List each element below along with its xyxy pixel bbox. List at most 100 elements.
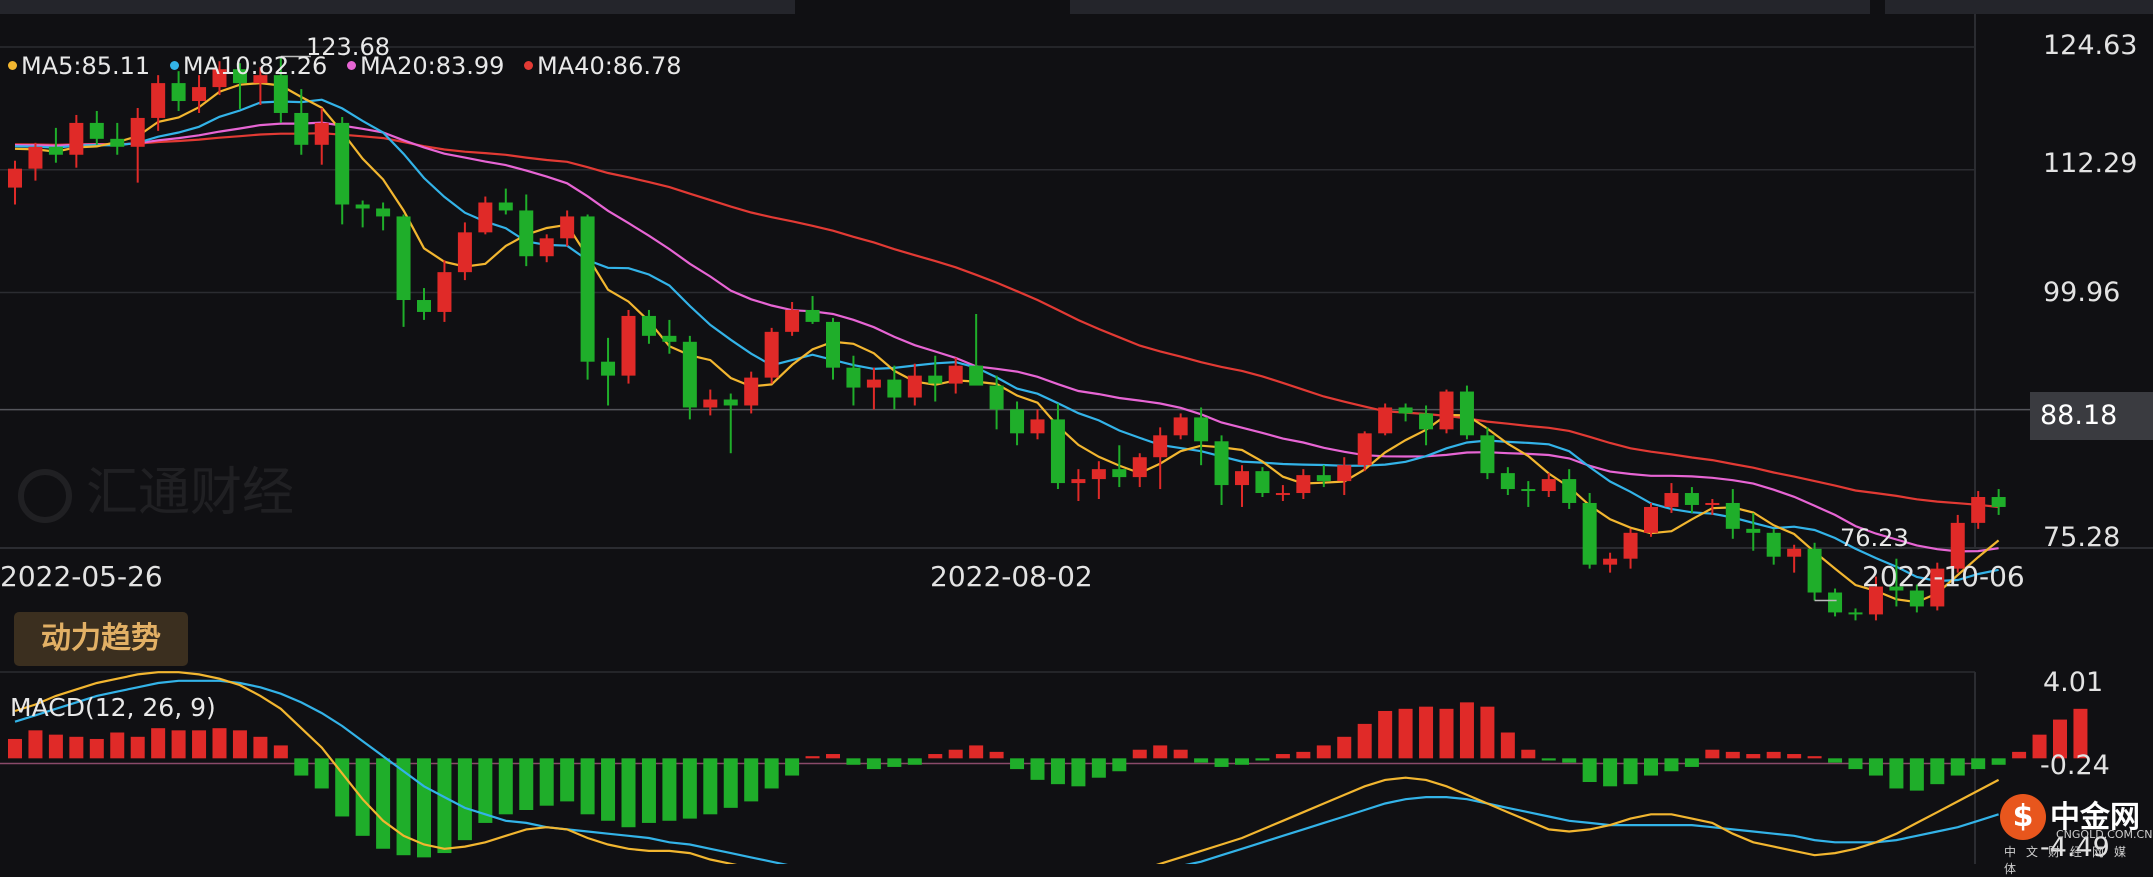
macd-bar bbox=[621, 758, 636, 828]
candle-body bbox=[601, 361, 616, 376]
macd-dif-line bbox=[14, 671, 2000, 864]
macd-bar bbox=[1316, 745, 1331, 759]
macd-bar bbox=[1521, 749, 1536, 759]
candle-body bbox=[764, 331, 779, 378]
macd-bar bbox=[1214, 758, 1229, 767]
candle-body bbox=[1378, 407, 1393, 434]
macd-bar bbox=[1848, 758, 1863, 770]
candle-body bbox=[826, 321, 840, 368]
candle-body bbox=[1214, 441, 1229, 486]
macd-bar bbox=[2012, 751, 2027, 759]
macd-bar bbox=[1296, 751, 1311, 759]
macd-bar bbox=[376, 758, 391, 849]
candle-body bbox=[805, 309, 820, 322]
candle-body bbox=[887, 379, 902, 398]
legend-dot-icon bbox=[346, 60, 356, 70]
macd-bar bbox=[662, 758, 677, 821]
candle-body bbox=[1357, 433, 1372, 466]
macd-bar bbox=[1378, 710, 1393, 759]
macd-bar bbox=[519, 758, 534, 811]
candle-body bbox=[457, 232, 472, 273]
macd-bar bbox=[1991, 758, 2006, 765]
macd-bar bbox=[1071, 758, 1086, 787]
candle-body bbox=[1419, 413, 1434, 430]
candle-body bbox=[1787, 548, 1802, 557]
macd-bar bbox=[212, 728, 227, 759]
price-and-macd-chart[interactable] bbox=[0, 0, 2153, 864]
candle-body bbox=[1664, 493, 1679, 507]
macd-bar bbox=[1909, 758, 1924, 791]
ma40-line bbox=[14, 132, 1999, 509]
y-tick-label: 124.63 bbox=[2043, 30, 2138, 61]
candle-body bbox=[1337, 465, 1352, 482]
candle-body bbox=[1132, 457, 1147, 478]
macd-bar bbox=[1725, 751, 1740, 759]
ma20-line bbox=[14, 121, 1999, 553]
macd-bar bbox=[1603, 758, 1618, 787]
candle-body bbox=[1603, 558, 1618, 565]
high-price-label: 123.68 bbox=[306, 33, 390, 61]
macd-bar bbox=[928, 754, 943, 759]
macd-bar bbox=[1766, 751, 1781, 759]
macd-bar bbox=[1807, 756, 1822, 759]
macd-bar bbox=[580, 758, 595, 815]
macd-bar bbox=[887, 758, 902, 767]
macd-bar bbox=[846, 758, 861, 765]
candle-body bbox=[1153, 435, 1168, 458]
macd-bar bbox=[1235, 758, 1249, 765]
macd-bar bbox=[1950, 758, 1965, 776]
candle-body bbox=[1112, 469, 1127, 478]
candle-body bbox=[1480, 435, 1495, 474]
candle-body bbox=[621, 315, 636, 376]
candle-body bbox=[1541, 479, 1556, 492]
candle-body bbox=[1255, 471, 1270, 494]
macd-bar bbox=[355, 758, 370, 836]
candle-body bbox=[1235, 471, 1249, 486]
macd-bar bbox=[89, 738, 104, 759]
brand-domain: CNGOLD.COM.CN bbox=[2056, 828, 2153, 841]
candle-body bbox=[1173, 417, 1188, 436]
macd-bar bbox=[273, 745, 288, 759]
candle-body bbox=[417, 300, 431, 312]
candle-body bbox=[1991, 497, 2006, 507]
macd-bar bbox=[948, 749, 963, 759]
candle-body bbox=[1521, 489, 1536, 492]
macd-bar bbox=[1194, 758, 1209, 763]
indicator-tab-button[interactable]: 动力趋势 bbox=[14, 612, 188, 666]
candle-body bbox=[580, 216, 595, 362]
legend-dot-icon bbox=[169, 60, 179, 70]
candle-body bbox=[1684, 493, 1699, 505]
macd-bar bbox=[1787, 754, 1802, 759]
macd-dea-line bbox=[14, 679, 1999, 864]
candle-body bbox=[28, 146, 43, 169]
candle-body bbox=[478, 202, 493, 233]
brand-logo-icon: $ bbox=[2000, 794, 2046, 840]
macd-bar bbox=[48, 734, 63, 759]
macd-bar bbox=[989, 751, 1004, 759]
candle-body bbox=[8, 168, 22, 188]
candle-body bbox=[1439, 391, 1454, 430]
candle-body bbox=[744, 377, 759, 406]
macd-bar bbox=[641, 758, 656, 823]
macd-bar bbox=[1275, 754, 1290, 759]
candle-body bbox=[69, 122, 84, 155]
macd-bar bbox=[601, 758, 616, 821]
macd-label: MACD(12, 26, 9) bbox=[10, 693, 216, 722]
macd-bar bbox=[1868, 758, 1883, 776]
candle-body bbox=[1562, 479, 1577, 503]
macd-bar bbox=[805, 756, 820, 759]
macd-bar bbox=[314, 758, 329, 789]
macd-bar bbox=[723, 758, 738, 808]
macd-bar bbox=[151, 728, 166, 759]
candle-body bbox=[1296, 475, 1311, 494]
macd-bar bbox=[1889, 758, 1904, 789]
candle-body bbox=[989, 385, 1004, 410]
watermark: 汇通财经 bbox=[18, 450, 294, 525]
macd-bar bbox=[1153, 745, 1168, 759]
candle-body bbox=[355, 204, 370, 209]
macd-bar bbox=[1684, 758, 1699, 767]
candle-body bbox=[314, 122, 329, 145]
watermark-text: 汇通财经 bbox=[86, 463, 295, 523]
macd-bar bbox=[866, 758, 881, 770]
macd-bar bbox=[1173, 749, 1188, 759]
